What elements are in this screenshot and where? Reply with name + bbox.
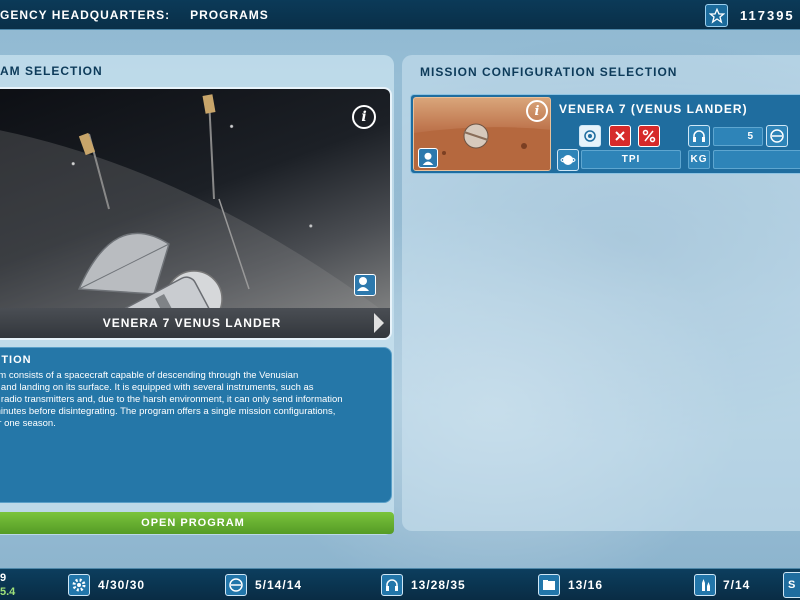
capsule-icon bbox=[770, 129, 784, 143]
description-box: ption am consists of a spacecraft capabl… bbox=[0, 347, 392, 503]
capsule-icon bbox=[229, 578, 243, 592]
open-program-button[interactable]: Open Program bbox=[0, 512, 394, 534]
description-title: ption bbox=[0, 354, 32, 366]
crew-headset-button[interactable] bbox=[688, 125, 710, 147]
portrait-icon bbox=[357, 277, 369, 291]
funds-display: 117395 bbox=[740, 8, 795, 23]
date-display: 9 bbox=[0, 572, 7, 584]
crew-stat: 13/28/35 bbox=[411, 578, 466, 592]
mission-configuration-title: Mission Configuration Selection bbox=[420, 65, 678, 79]
breadcrumb: gency Headquarters: Programs bbox=[0, 8, 269, 22]
mission-kg-label: KG bbox=[690, 154, 708, 165]
orbit-button[interactable] bbox=[557, 149, 579, 171]
mission-thumbnail: i bbox=[413, 97, 551, 171]
facilities-stat: 13/16 bbox=[568, 578, 604, 592]
program-portrait-badge[interactable] bbox=[354, 274, 376, 296]
mission-kg-field: KG bbox=[688, 150, 710, 169]
program-image[interactable]: i Venera 7 Venus Lander bbox=[0, 87, 392, 340]
rockets-icon bbox=[702, 579, 710, 591]
close-icon bbox=[615, 131, 625, 141]
mission-count-field: 5 bbox=[713, 127, 763, 146]
research-button[interactable] bbox=[68, 574, 90, 596]
program-selection-title: am Selection bbox=[0, 64, 103, 78]
mission-tpi-field: TPI bbox=[581, 150, 681, 169]
launch-vehicles-button[interactable] bbox=[694, 574, 716, 596]
mission-info-button[interactable]: i bbox=[526, 100, 548, 122]
folder-icon bbox=[543, 580, 555, 590]
gear-icon bbox=[72, 578, 86, 592]
mission-name: Venera 7 (Venus lander) bbox=[559, 102, 748, 116]
info-icon: i bbox=[534, 103, 540, 119]
research-stat: 4/30/30 bbox=[98, 578, 146, 592]
capsule-button[interactable] bbox=[766, 125, 788, 147]
program-caption-bar: Venera 7 Venus Lander bbox=[0, 308, 390, 338]
capsules-button[interactable] bbox=[225, 574, 247, 596]
mission-count: 5 bbox=[747, 131, 754, 142]
program-info-button[interactable]: i bbox=[352, 105, 376, 129]
mission-tpi-label: TPI bbox=[621, 154, 641, 165]
delete-mission-button[interactable] bbox=[609, 125, 631, 147]
launch-vehicles-stat: 7/14 bbox=[723, 578, 751, 592]
target-planet-button[interactable] bbox=[579, 125, 601, 147]
corner-menu-label: S bbox=[788, 579, 796, 591]
facilities-button[interactable] bbox=[538, 574, 560, 596]
globe-icon bbox=[560, 155, 576, 165]
mission-card[interactable]: i Venera 7 (Venus lander) 5 bbox=[410, 94, 800, 174]
favorites-button[interactable] bbox=[705, 4, 728, 27]
headset-icon bbox=[693, 130, 705, 142]
next-program-arrow-icon[interactable] bbox=[374, 313, 384, 333]
portrait-icon bbox=[422, 152, 434, 165]
open-program-label: Open Program bbox=[141, 517, 245, 529]
corner-menu-button[interactable]: S bbox=[783, 572, 800, 598]
top-bar: gency Headquarters: Programs 117395 bbox=[0, 0, 800, 30]
mission-portrait-badge[interactable] bbox=[418, 148, 438, 168]
version-display: 5.4 bbox=[0, 586, 16, 598]
star-icon bbox=[708, 7, 725, 24]
spacecraft-illustration bbox=[0, 94, 390, 338]
breadcrumb-page: Programs bbox=[190, 8, 269, 22]
percent-button[interactable] bbox=[638, 125, 660, 147]
breadcrumb-section: gency Headquarters: bbox=[0, 8, 171, 22]
percent-icon bbox=[642, 129, 656, 143]
mission-weight-field bbox=[713, 150, 800, 169]
crew-button[interactable] bbox=[381, 574, 403, 596]
headset-icon bbox=[386, 579, 398, 591]
satellite-icon bbox=[584, 130, 596, 142]
info-icon: i bbox=[361, 109, 367, 125]
program-caption: Venera 7 Venus Lander bbox=[102, 316, 282, 330]
description-text: am consists of a spacecraft capable of d… bbox=[0, 370, 343, 429]
bottom-status-bar: 9 5.4 4/30/30 5/14/14 13/28/35 13/16 7/1… bbox=[0, 568, 800, 600]
capsules-stat: 5/14/14 bbox=[255, 578, 303, 592]
